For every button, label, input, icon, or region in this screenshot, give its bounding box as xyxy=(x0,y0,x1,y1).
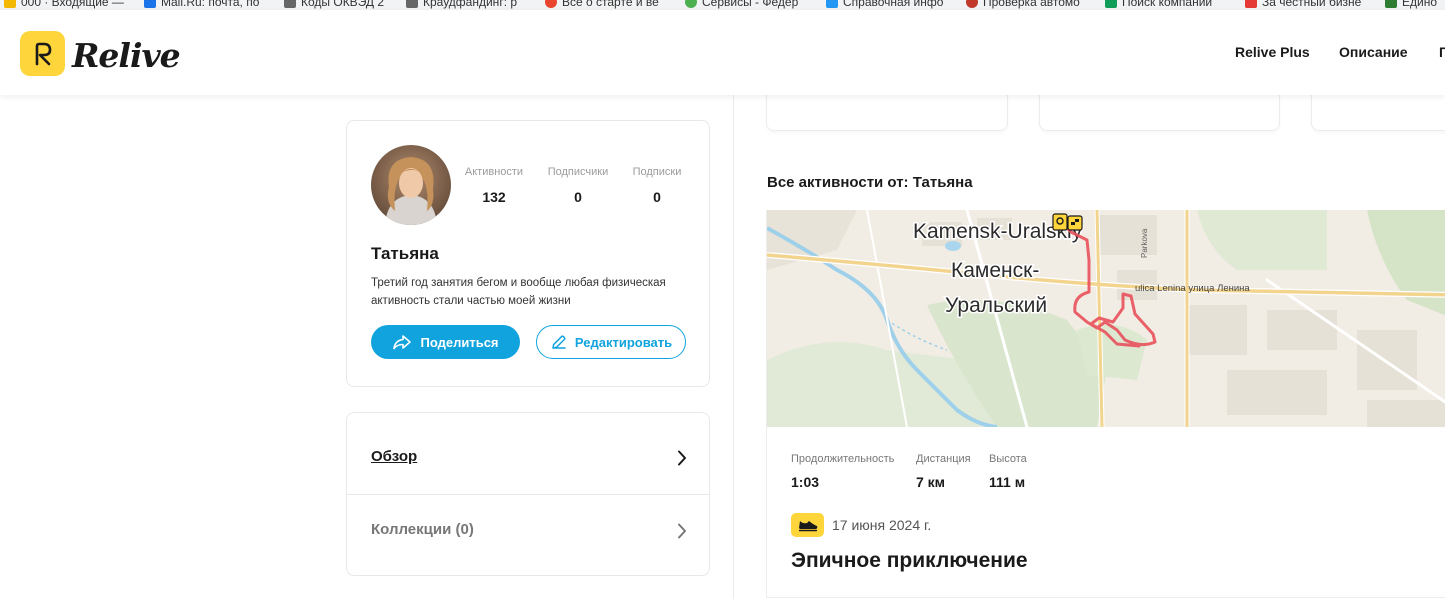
gosuslugi-icon xyxy=(1385,0,1397,8)
bookmark-item[interactable]: Поиск компаний xyxy=(1105,0,1212,9)
column-divider xyxy=(733,95,734,599)
chevron-right-icon xyxy=(678,523,686,539)
street-label: ulica Lenina улица Ленина xyxy=(1135,283,1250,294)
city-label-ru-line1: Каменск- xyxy=(951,259,1039,282)
metric-elevation: Высота 111 м xyxy=(989,453,1027,490)
avatar[interactable] xyxy=(371,145,451,225)
nav-description[interactable]: Описание xyxy=(1339,44,1408,60)
profile-name: Татьяна xyxy=(371,244,439,263)
document-icon xyxy=(284,0,296,8)
stat-activities[interactable]: Активности 132 xyxy=(454,166,534,205)
car-check-icon xyxy=(966,0,978,8)
bookmark-item[interactable]: Краудфандинг: р xyxy=(406,0,517,9)
profile-card: Активности 132 Подписчики 0 Подписки 0 Т… xyxy=(346,120,710,387)
activity-date: 17 июня 2024 г. xyxy=(832,517,932,533)
bookmark-item[interactable]: Коды ОКВЭД 2 xyxy=(284,0,384,9)
profile-bio: Третий год занятия бегом и вообще любая … xyxy=(371,277,666,307)
stat-following[interactable]: Подписки 0 xyxy=(617,166,697,205)
bookmark-item[interactable]: Проверка автомо xyxy=(966,0,1080,9)
search-company-icon xyxy=(1105,0,1117,8)
metric-duration: Продолжительность 1:03 xyxy=(791,453,895,490)
logo-wordmark[interactable]: Relive xyxy=(72,36,181,75)
bookmark-item[interactable]: Все о старте и ве xyxy=(545,0,659,9)
mailru-icon xyxy=(144,0,156,8)
bookmark-item[interactable]: Едино xyxy=(1385,0,1437,9)
profile-menu-card: Обзор Коллекции (0) xyxy=(346,412,710,576)
nav-cut-item[interactable]: П xyxy=(1439,44,1445,60)
bookmark-item[interactable]: 000 · Входящие — xyxy=(4,0,124,9)
summary-card xyxy=(766,95,1008,131)
bookmark-item[interactable]: За честный бизне xyxy=(1245,0,1361,9)
bookmark-item[interactable]: Mail.Ru: почта, по xyxy=(144,0,259,9)
route-map[interactable]: ulica Lenina улица Ленина Parkova Kamens… xyxy=(767,210,1445,427)
menu-item-overview[interactable]: Обзор xyxy=(347,416,709,496)
business-icon xyxy=(1245,0,1257,8)
menu-item-collections[interactable]: Коллекции (0) xyxy=(347,489,709,569)
share-button[interactable]: Поделиться xyxy=(371,325,520,359)
nav-relive-plus[interactable]: Relive Plus xyxy=(1235,44,1310,60)
share-icon xyxy=(393,335,412,350)
street-label: Parkova xyxy=(1140,228,1149,258)
edit-profile-button[interactable]: Редактировать xyxy=(536,325,686,359)
summary-card xyxy=(1311,95,1445,131)
relive-profile-page: 000 · Входящие — Mail.Ru: почта, по Коды… xyxy=(0,0,1445,599)
relive-logo-icon[interactable] xyxy=(20,31,65,76)
site-header: Relive Relive Plus Описание П xyxy=(0,10,1445,95)
activities-section-title: Все активности от: Татьяна xyxy=(767,174,973,191)
pin-icon xyxy=(406,0,418,8)
bookmark-item[interactable]: Справочная инфо xyxy=(826,0,943,9)
running-shoe-icon xyxy=(791,513,824,537)
bookmark-item[interactable]: Сервисы - Федер xyxy=(685,0,798,9)
metric-distance: Дистанция 7 км xyxy=(916,453,971,490)
activity-card[interactable]: ulica Lenina улица Ленина Parkova Kamens… xyxy=(766,210,1445,598)
stat-followers[interactable]: Подписчики 0 xyxy=(538,166,618,205)
summary-card xyxy=(1039,95,1280,131)
bookmarks-bar: 000 · Входящие — Mail.Ru: почта, по Коды… xyxy=(0,0,1445,10)
emblem-icon xyxy=(685,0,697,8)
finish-flag-icon xyxy=(1067,215,1083,231)
start-marker-icon xyxy=(1052,213,1068,231)
city-label-ru-line2: Уральский xyxy=(945,294,1047,317)
pencil-icon xyxy=(552,334,566,349)
activity-title[interactable]: Эпичное приключение xyxy=(791,549,1028,573)
startup-icon xyxy=(545,0,557,8)
arrow-icon xyxy=(826,0,838,8)
mail-icon xyxy=(4,0,16,8)
chevron-right-icon xyxy=(678,450,686,466)
